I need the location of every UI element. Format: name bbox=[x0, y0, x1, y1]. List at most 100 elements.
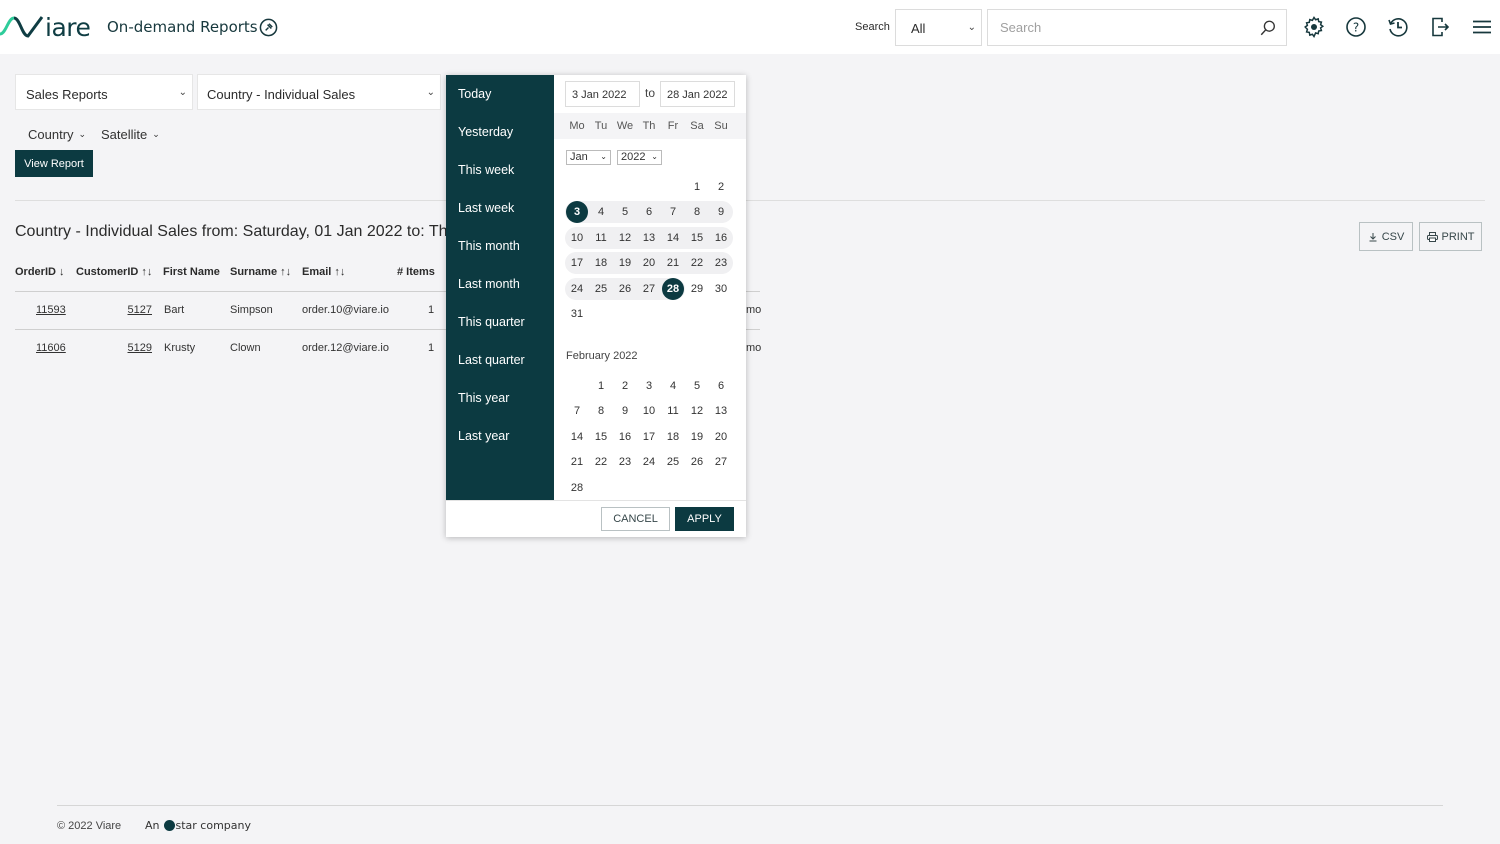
calendar-day[interactable]: 6 bbox=[710, 375, 732, 397]
calendar-day[interactable]: 2 bbox=[710, 176, 732, 198]
range-this-week[interactable]: This week bbox=[458, 163, 514, 177]
range-this-month[interactable]: This month bbox=[458, 239, 520, 253]
country-filter-dropdown[interactable]: Country ⌄ bbox=[28, 127, 86, 142]
apply-button[interactable]: APPLY bbox=[675, 507, 734, 531]
view-report-button[interactable]: View Report bbox=[15, 150, 93, 177]
calendar-day[interactable]: 16 bbox=[614, 426, 636, 448]
range-yesterday[interactable]: Yesterday bbox=[458, 125, 513, 139]
range-this-year[interactable]: This year bbox=[458, 391, 509, 405]
column-label: Email bbox=[302, 266, 332, 278]
end-date-input[interactable]: 28 Jan 2022 bbox=[660, 81, 735, 107]
logout-icon[interactable] bbox=[1428, 15, 1452, 39]
print-button[interactable]: PRINT bbox=[1419, 222, 1482, 251]
calendar-day[interactable]: 29 bbox=[686, 278, 708, 300]
calendar-day[interactable]: 12 bbox=[614, 227, 636, 249]
history-icon[interactable] bbox=[1386, 15, 1410, 39]
sort-icon[interactable]: ↑↓ bbox=[141, 266, 152, 278]
calendar-day[interactable]: 13 bbox=[638, 227, 660, 249]
sort-icon[interactable]: ↑↓ bbox=[334, 266, 345, 278]
calendar-day[interactable]: 15 bbox=[686, 227, 708, 249]
calendar-day[interactable]: 7 bbox=[566, 400, 588, 422]
help-icon[interactable]: ? bbox=[1344, 15, 1368, 39]
column-label: OrderID bbox=[15, 266, 56, 278]
report-category-select[interactable]: Sales Reports ⌄ bbox=[15, 74, 193, 110]
menu-icon[interactable] bbox=[1470, 15, 1494, 39]
report-type-select[interactable]: Country - Individual Sales ⌄ bbox=[197, 74, 441, 110]
range-last-quarter[interactable]: Last quarter bbox=[458, 353, 525, 367]
calendar-day[interactable]: 4 bbox=[662, 375, 684, 397]
search-scope-select[interactable]: All ⌄ bbox=[895, 9, 982, 46]
customer-id-link[interactable]: 5129 bbox=[110, 342, 152, 354]
chevron-down-icon: ⌄ bbox=[178, 87, 187, 98]
calendar-day[interactable]: 26 bbox=[686, 451, 708, 473]
company-prefix: An bbox=[145, 819, 160, 832]
search-input[interactable] bbox=[1000, 20, 1250, 35]
calendar-day[interactable]: 11 bbox=[590, 227, 612, 249]
csv-export-button[interactable]: CSV bbox=[1359, 222, 1413, 251]
svg-text:?: ? bbox=[1353, 21, 1359, 35]
calendar-day[interactable]: 31 bbox=[566, 303, 588, 325]
weekday-label: Mo bbox=[569, 120, 585, 132]
calendar-day[interactable]: 5 bbox=[686, 375, 708, 397]
calendar-day[interactable]: 24 bbox=[638, 451, 660, 473]
calendar-day[interactable]: 10 bbox=[638, 400, 660, 422]
order-id-link[interactable]: 11606 bbox=[36, 342, 66, 354]
range-end-day[interactable]: 28 bbox=[662, 277, 684, 300]
search-icon[interactable] bbox=[1259, 19, 1277, 37]
month-select-value: Jan bbox=[570, 151, 588, 163]
order-id-link[interactable]: 11593 bbox=[36, 304, 66, 316]
sort-desc-icon[interactable]: ↓ bbox=[59, 266, 65, 278]
calendar-day[interactable]: 10 bbox=[566, 227, 588, 249]
column-header-orderid[interactable]: OrderID ↓ bbox=[15, 266, 64, 278]
calendar-day[interactable]: 16 bbox=[710, 227, 732, 249]
range-last-week[interactable]: Last week bbox=[458, 201, 514, 215]
search-input-box[interactable] bbox=[987, 9, 1287, 46]
calendar-day[interactable]: 19 bbox=[686, 426, 708, 448]
calendar-day[interactable]: 2 bbox=[614, 375, 636, 397]
calendar-day[interactable]: 17 bbox=[638, 426, 660, 448]
chevron-down-icon: ⌄ bbox=[426, 87, 435, 98]
calendar-day[interactable]: 14 bbox=[662, 227, 684, 249]
calendar-day[interactable]: 8 bbox=[590, 400, 612, 422]
calendar-day[interactable]: 25 bbox=[662, 451, 684, 473]
calendar-day[interactable]: 27 bbox=[710, 451, 732, 473]
calendar-day[interactable]: 9 bbox=[614, 400, 636, 422]
range-today[interactable]: Today bbox=[458, 87, 491, 101]
range-last-year[interactable]: Last year bbox=[458, 429, 509, 443]
sort-icon[interactable]: ↑↓ bbox=[280, 266, 291, 278]
email-cell: order.10@viare.io bbox=[302, 304, 389, 316]
customer-id-link[interactable]: 5127 bbox=[110, 304, 152, 316]
calendar-day[interactable]: 3 bbox=[638, 375, 660, 397]
calendar-day[interactable]: 27 bbox=[638, 278, 660, 300]
calendar-day[interactable]: 1 bbox=[590, 375, 612, 397]
calendar-day[interactable]: 26 bbox=[614, 278, 636, 300]
range-last-month[interactable]: Last month bbox=[458, 277, 520, 291]
column-header-surname[interactable]: Surname ↑↓ bbox=[230, 266, 291, 278]
month-select[interactable]: Jan ⌄ bbox=[566, 150, 611, 165]
settings-icon[interactable] bbox=[1302, 15, 1326, 39]
calendar-day[interactable]: 18 bbox=[662, 426, 684, 448]
column-header-email[interactable]: Email ↑↓ bbox=[302, 266, 345, 278]
start-date-input[interactable]: 3 Jan 2022 bbox=[565, 81, 640, 107]
calendar-day[interactable]: 15 bbox=[590, 426, 612, 448]
calendar-day[interactable]: 13 bbox=[710, 400, 732, 422]
calendar-day[interactable]: 28 bbox=[566, 477, 588, 499]
calendar-day[interactable]: 12 bbox=[686, 400, 708, 422]
cancel-button[interactable]: CANCEL bbox=[601, 507, 670, 531]
calendar-day[interactable]: 11 bbox=[662, 400, 684, 422]
year-select[interactable]: 2022 ⌄ bbox=[617, 150, 662, 165]
calendar-day[interactable]: 30 bbox=[710, 278, 732, 300]
column-header-customerid[interactable]: CustomerID ↑↓ bbox=[76, 266, 152, 278]
calendar-day[interactable]: 20 bbox=[710, 426, 732, 448]
calendar-day[interactable]: 14 bbox=[566, 426, 588, 448]
calendar-day[interactable]: 22 bbox=[590, 451, 612, 473]
calendar-day[interactable]: 24 bbox=[566, 278, 588, 300]
calendar-day[interactable]: 1 bbox=[686, 176, 708, 198]
calendar-day[interactable]: 21 bbox=[566, 451, 588, 473]
viare-logo[interactable]: iare bbox=[0, 12, 91, 42]
pin-icon[interactable] bbox=[259, 18, 278, 37]
calendar-day[interactable]: 25 bbox=[590, 278, 612, 300]
satellite-filter-dropdown[interactable]: Satellite ⌄ bbox=[101, 127, 160, 142]
range-this-quarter[interactable]: This quarter bbox=[458, 315, 525, 329]
calendar-day[interactable]: 23 bbox=[614, 451, 636, 473]
